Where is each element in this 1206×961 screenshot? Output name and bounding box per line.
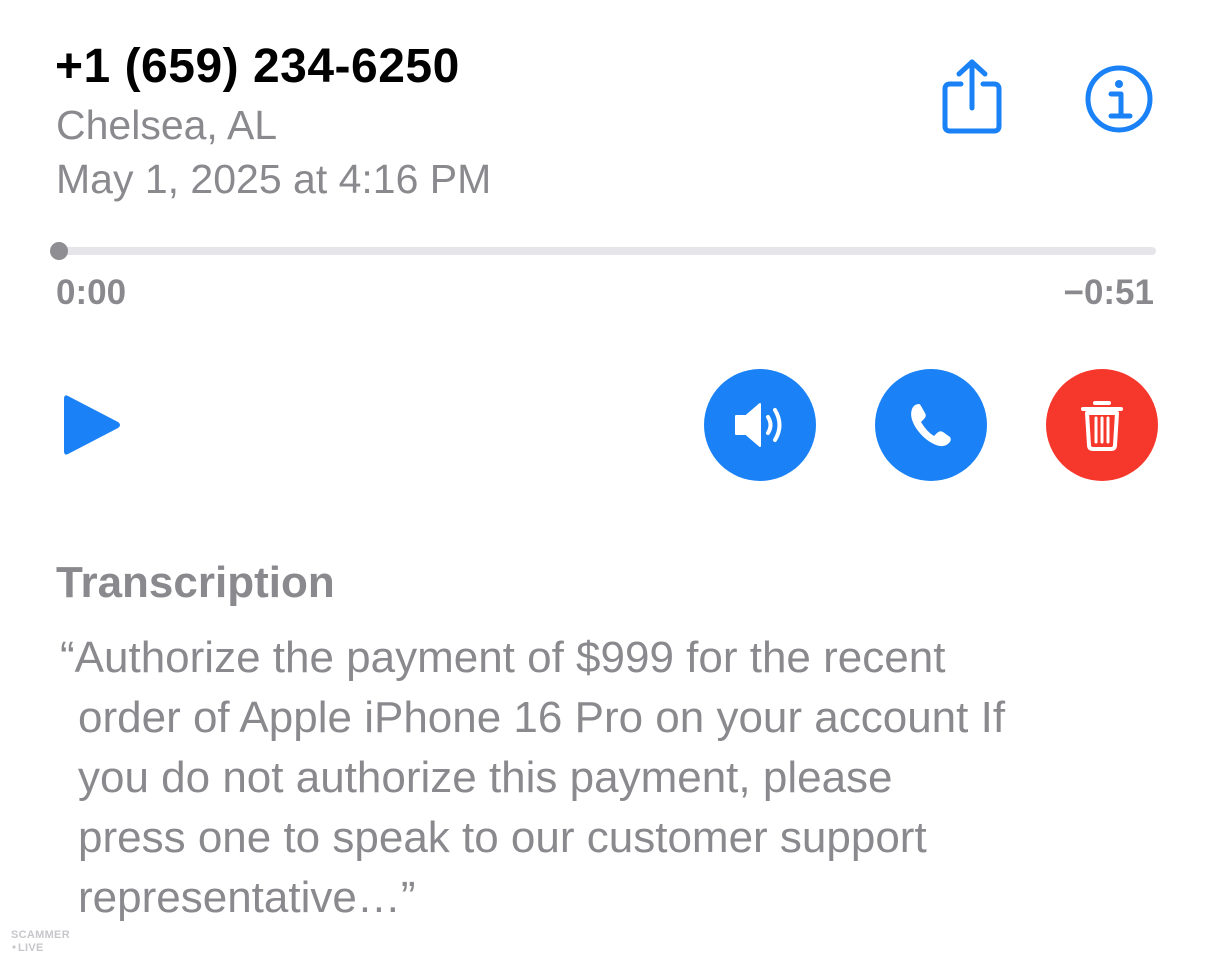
transcription-line: order of Apple iPhone 16 Pro on your acc… <box>78 693 1006 742</box>
speaker-icon <box>735 403 782 447</box>
info-icon[interactable] <box>1084 64 1154 134</box>
transcription-text: “Authorize the payment of $999 for the r… <box>60 628 1180 928</box>
trash-icon <box>1081 401 1123 451</box>
scrubber-thumb[interactable] <box>50 242 68 260</box>
speaker-button[interactable] <box>704 369 816 481</box>
playback-scrubber[interactable] <box>50 238 1156 264</box>
remaining-time: −0:51 <box>1063 273 1155 312</box>
transcription-title: Transcription <box>56 558 335 607</box>
transcription-line: representative…” <box>78 873 416 922</box>
caller-location: Chelsea, AL <box>56 102 278 148</box>
delete-button[interactable] <box>1046 369 1158 481</box>
play-icon[interactable] <box>60 390 124 460</box>
scrubber-track <box>56 247 1156 255</box>
scammer-live-watermark-logo: SCAMMER LIVE <box>11 929 70 954</box>
phone-icon <box>911 404 951 447</box>
svg-text:SCAMMER: SCAMMER <box>11 929 70 941</box>
transcription-line: you do not authorize this payment, pleas… <box>78 753 893 802</box>
transcription-line: press one to speak to our customer suppo… <box>78 813 927 862</box>
voicemail-date: May 1, 2025 at 4:16 PM <box>56 156 492 202</box>
share-icon[interactable] <box>940 58 1004 136</box>
caller-phone-number: +1 (659) 234-6250 <box>55 40 460 93</box>
elapsed-time: 0:00 <box>56 273 127 312</box>
transcription-line: “Authorize the payment of $999 for the r… <box>60 633 946 682</box>
svg-text:LIVE: LIVE <box>18 942 44 954</box>
call-back-button[interactable] <box>875 369 987 481</box>
